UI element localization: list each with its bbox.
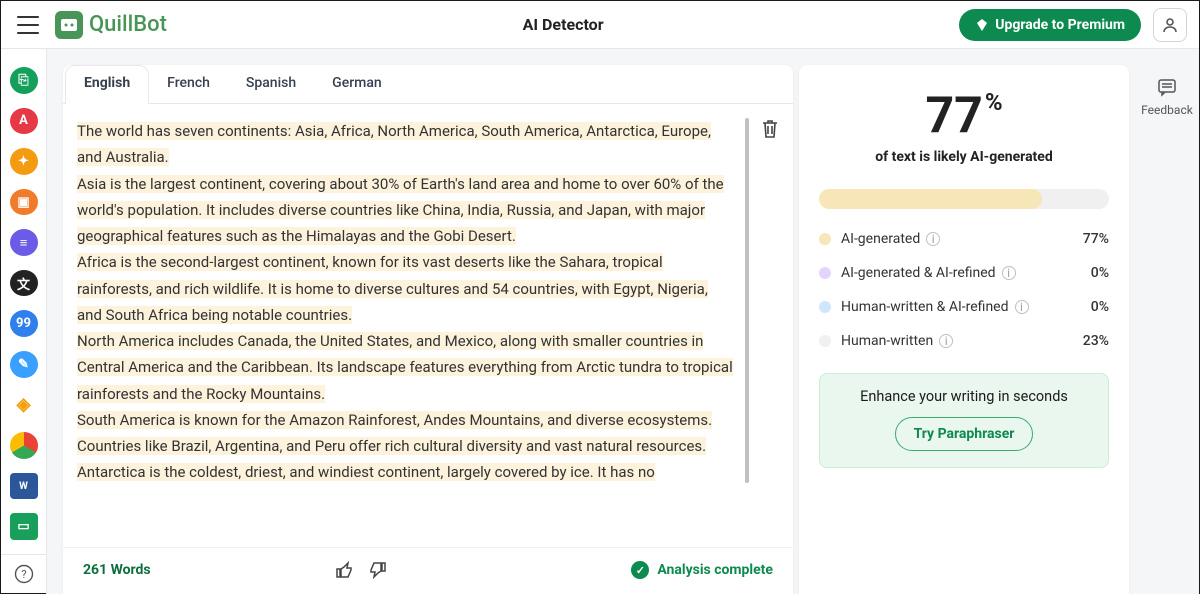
logo-text: QuillBot [89, 12, 167, 37]
tab-french[interactable]: French [149, 65, 228, 103]
sidebar-diamond-icon[interactable]: ◈ [10, 392, 38, 419]
legend-row-3: Human-writteni23% [819, 333, 1109, 349]
feedback-icon[interactable] [1156, 77, 1178, 99]
editor-panel: EnglishFrenchSpanishGerman The world has… [63, 65, 793, 594]
upgrade-button[interactable]: Upgrade to Premium [959, 9, 1141, 41]
diamond-icon [975, 18, 989, 32]
sidebar-tool-2[interactable]: ✦ [10, 148, 38, 175]
enhance-title: Enhance your writing in seconds [832, 388, 1096, 405]
tab-english[interactable]: English [65, 65, 149, 104]
status-label: Analysis complete [657, 562, 773, 578]
scrollbar[interactable] [745, 118, 749, 533]
info-icon[interactable]: i [1015, 300, 1029, 314]
legend-row-2: Human-written & AI-refinedi0% [819, 299, 1109, 315]
legend-row-1: AI-generated & AI-refinedi0% [819, 265, 1109, 281]
thumbs-down-icon[interactable] [367, 560, 387, 580]
check-icon: ✓ [631, 561, 649, 579]
sidebar-tool-4[interactable]: ≡ [10, 229, 38, 256]
help-icon[interactable]: ? [1, 554, 46, 582]
logo-icon [55, 11, 83, 39]
word-count: 261 Words [83, 562, 151, 578]
analysis-status: ✓ Analysis complete [631, 561, 773, 579]
percent-score: 77% [819, 87, 1109, 145]
sidebar-monitor-icon[interactable]: ▭ [10, 513, 38, 540]
tool-sidebar: ⎘ A ✦ ▣ ≡ 文 99 ✎ ◈ W ▭ ? [1, 49, 47, 594]
info-icon[interactable]: i [939, 334, 953, 348]
legend: AI-generatedi77% AI-generated & AI-refine… [819, 231, 1109, 349]
sidebar-tool-5[interactable]: 文 [10, 270, 38, 297]
legend-row-0: AI-generatedi77% [819, 231, 1109, 247]
tab-german[interactable]: German [314, 65, 400, 103]
feedback-label[interactable]: Feedback [1141, 103, 1193, 117]
hamburger-menu-icon[interactable] [13, 12, 43, 38]
sidebar-tool-6[interactable]: 99 [10, 310, 38, 337]
text-input[interactable]: The world has seven continents: Asia, Af… [63, 104, 745, 547]
sidebar-tool-0[interactable]: ⎘ [10, 67, 38, 94]
upgrade-label: Upgrade to Premium [995, 17, 1125, 33]
tab-spanish[interactable]: Spanish [228, 65, 314, 103]
sidebar-tool-3[interactable]: ▣ [10, 189, 38, 216]
sidebar-tool-7[interactable]: ✎ [10, 351, 38, 378]
sidebar-chrome-icon[interactable] [10, 432, 38, 459]
sidebar-word-icon[interactable]: W [10, 473, 38, 500]
language-tabs: EnglishFrenchSpanishGerman [63, 65, 793, 104]
try-paraphraser-button[interactable]: Try Paraphraser [895, 417, 1034, 451]
score-subtitle: of text is likely AI-generated [819, 149, 1109, 165]
logo[interactable]: QuillBot [55, 11, 167, 39]
info-icon[interactable]: i [1002, 266, 1016, 280]
info-icon[interactable]: i [926, 232, 940, 246]
results-panel: 77% of text is likely AI-generated AI-ge… [799, 65, 1129, 594]
sidebar-tool-1[interactable]: A [10, 108, 38, 135]
enhance-card: Enhance your writing in seconds Try Para… [819, 373, 1109, 468]
profile-button[interactable] [1153, 8, 1187, 42]
svg-text:?: ? [21, 568, 26, 581]
page-title: AI Detector [179, 15, 947, 34]
score-gauge [819, 189, 1109, 209]
thumbs-up-icon[interactable] [335, 560, 355, 580]
delete-icon[interactable] [760, 118, 786, 144]
